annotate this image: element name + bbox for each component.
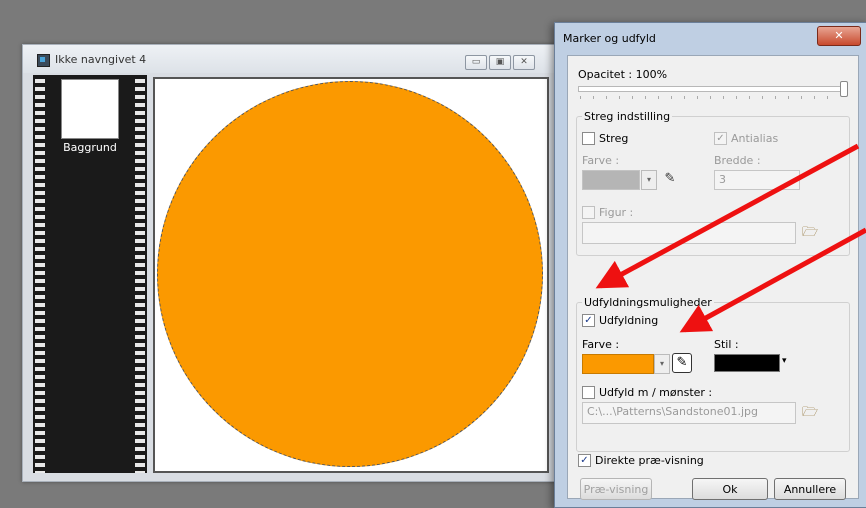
arrow-to-fill-checkbox xyxy=(595,143,860,289)
arrow-to-fill-color-dropdown xyxy=(679,227,866,333)
annotation-arrows xyxy=(595,143,866,333)
